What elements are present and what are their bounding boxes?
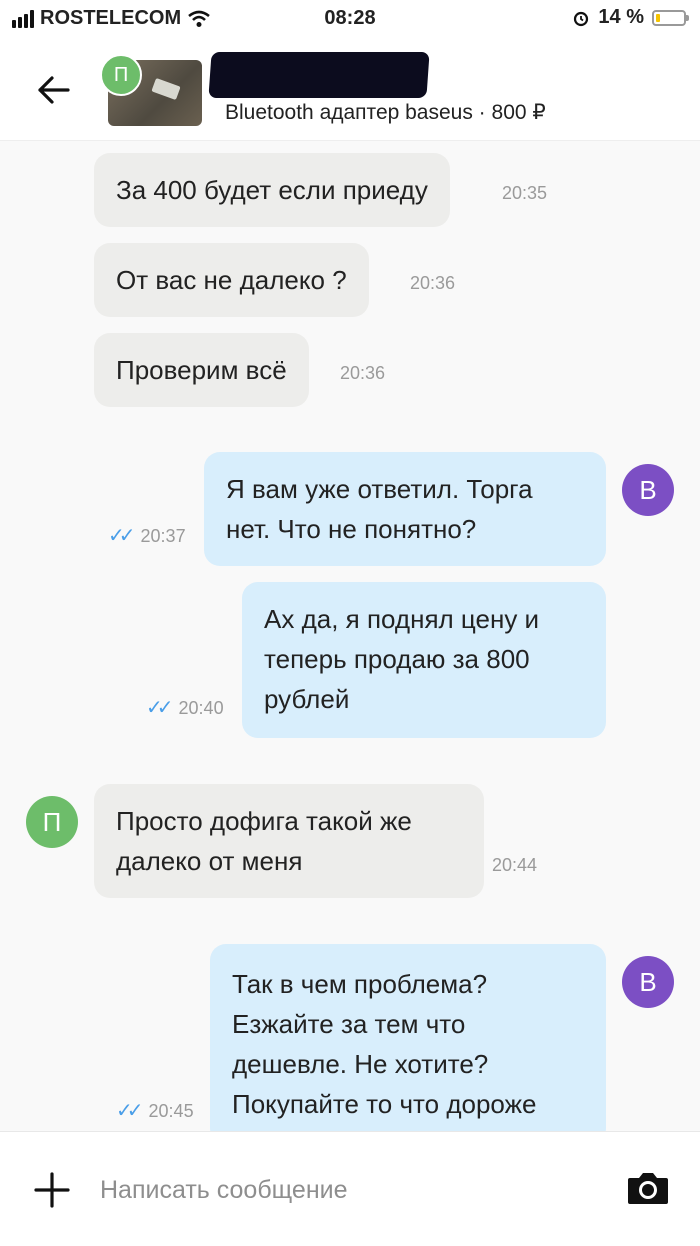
- read-ticks-icon: ✓✓: [146, 697, 173, 719]
- message-time: 20:36: [410, 273, 456, 293]
- message-list[interactable]: За 400 будет если приеду 20:35 От вас не…: [0, 141, 700, 1131]
- alarm-icon: [574, 11, 589, 26]
- redacted-title: [208, 52, 430, 98]
- status-bar: ROSTELECOM 08:28 14 %: [0, 0, 700, 40]
- message-bubble[interactable]: Я вам уже ответил. Торга нет. Что не пон…: [204, 452, 606, 566]
- message-line: За 400 будет если приеду: [116, 175, 428, 205]
- message-line: От вас не далеко ?: [116, 265, 347, 295]
- message-line: Так в чем проблема?: [232, 969, 488, 999]
- message-line: теперь продаю за 800: [264, 644, 530, 674]
- message-time-row: ✓✓ 20:40: [146, 695, 224, 720]
- listing-subtitle[interactable]: Bluetooth адаптер baseus · 800 ₽: [225, 100, 546, 125]
- camera-icon[interactable]: [626, 1170, 670, 1206]
- message-time: 20:37: [140, 526, 186, 546]
- back-arrow-icon[interactable]: [34, 70, 74, 110]
- read-ticks-icon: ✓✓: [108, 525, 135, 547]
- message-bubble[interactable]: Просто дофига такой же далеко от меня: [94, 784, 484, 898]
- buyer-avatar[interactable]: В: [622, 464, 674, 516]
- battery-fill: [656, 13, 660, 22]
- buyer-avatar[interactable]: В: [622, 956, 674, 1008]
- message-time-row: ✓✓ 20:45: [116, 1098, 194, 1123]
- battery-icon: [652, 9, 689, 26]
- message-bubble[interactable]: От вас не далеко ?: [94, 243, 369, 317]
- message-composer: Написать сообщение: [0, 1131, 700, 1246]
- message-time: 20:44: [492, 855, 538, 875]
- message-line: далеко от меня: [116, 846, 303, 876]
- message-bubble[interactable]: За 400 будет если приеду: [94, 153, 450, 227]
- message-line: Ах да, я поднял цену и: [264, 604, 540, 634]
- message-time: 20:45: [148, 1101, 194, 1121]
- message-time: 20:40: [178, 698, 224, 718]
- message-line: Покупайте то что дороже: [232, 1089, 537, 1119]
- chat-header: П Bluetooth адаптер baseus · 800 ₽: [0, 40, 700, 141]
- message-time: 20:36: [340, 363, 386, 383]
- message-time-row: ✓✓ 20:37: [108, 523, 186, 548]
- message-bubble[interactable]: Так в чем проблема? Езжайте за тем что д…: [210, 944, 606, 1131]
- message-line: рублей: [264, 684, 350, 714]
- battery-percent: 14 %: [598, 6, 644, 28]
- message-line: нет. Что не понятно?: [226, 514, 477, 544]
- message-line: Езжайте за тем что: [232, 1009, 466, 1039]
- message-line: Проверим всё: [116, 355, 287, 385]
- message-bubble[interactable]: Проверим всё: [94, 333, 309, 407]
- seller-avatar[interactable]: П: [26, 796, 78, 848]
- message-line: Просто дофига такой же: [116, 806, 412, 836]
- message-line: Я вам уже ответил. Торга: [226, 474, 533, 504]
- status-right: 14 %: [572, 6, 689, 29]
- message-input[interactable]: Написать сообщение: [100, 1176, 348, 1205]
- message-time: 20:35: [502, 183, 548, 203]
- message-line: дешевле. Не хотите?: [232, 1049, 489, 1079]
- seller-avatar[interactable]: П: [100, 54, 142, 96]
- read-ticks-icon: ✓✓: [116, 1100, 143, 1122]
- message-bubble[interactable]: Ах да, я поднял цену и теперь продаю за …: [242, 582, 606, 738]
- plus-icon[interactable]: [34, 1172, 70, 1208]
